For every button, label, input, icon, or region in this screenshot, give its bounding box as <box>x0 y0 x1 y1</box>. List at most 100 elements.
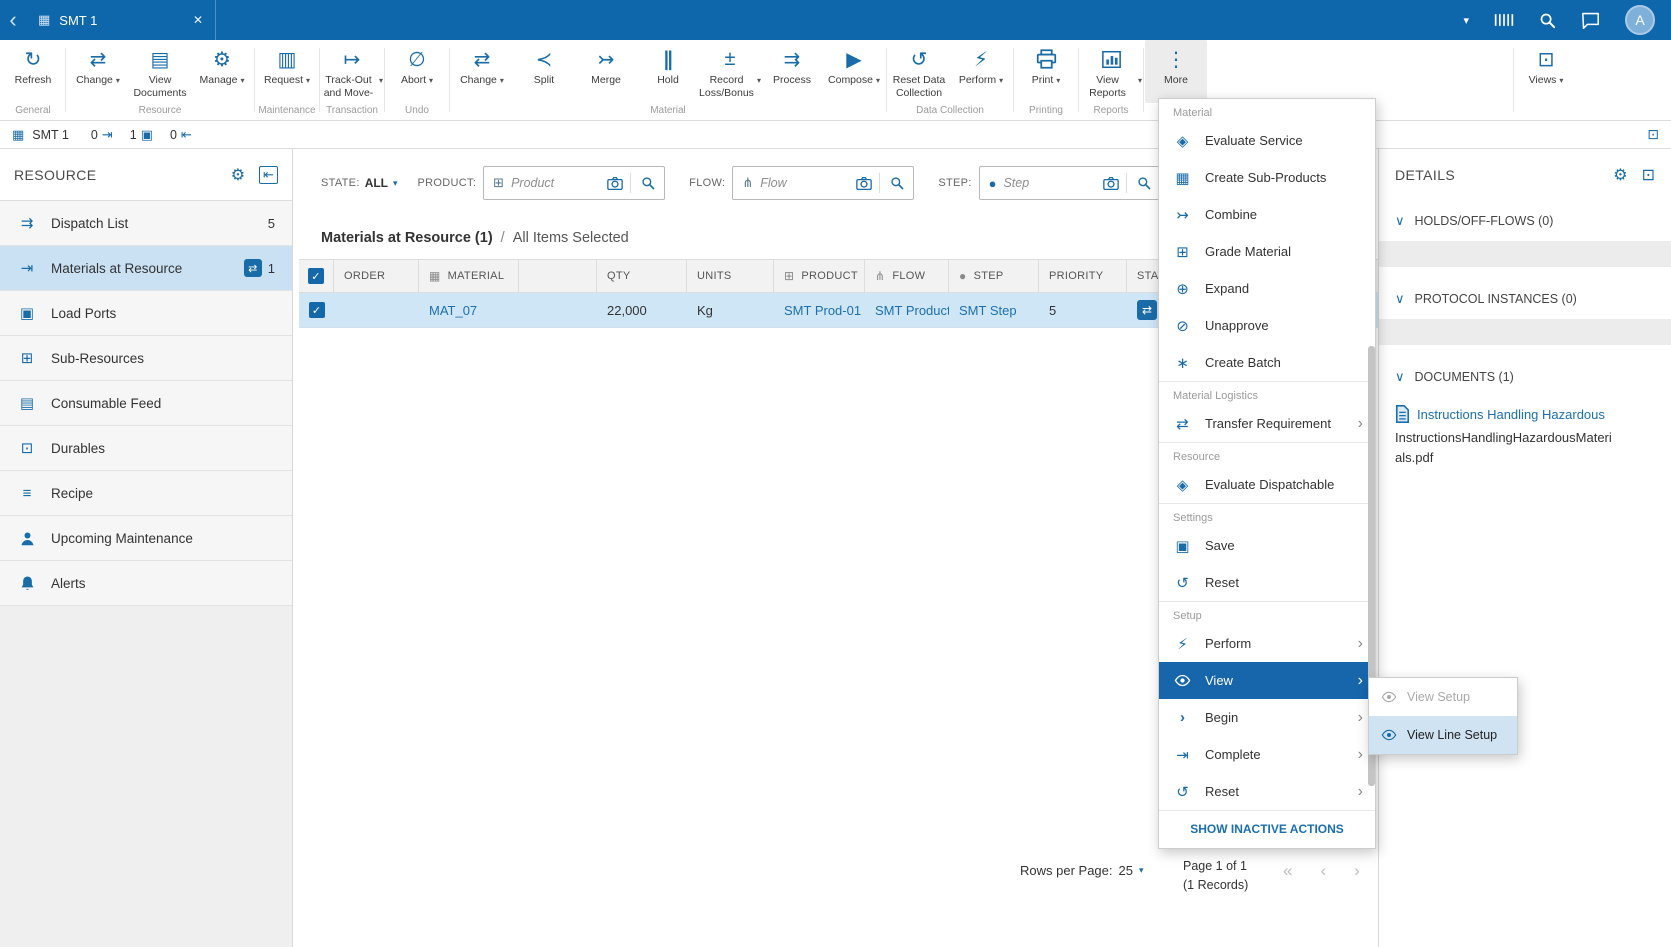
split-button[interactable]: ≺ Split <box>513 40 575 103</box>
menu-item-grade-material[interactable]: ⊞ Grade Material <box>1159 233 1375 270</box>
search-icon[interactable] <box>1134 176 1154 190</box>
sidebar-item-load-ports[interactable]: ▣ Load Ports <box>0 291 292 336</box>
menu-item-reset-setup[interactable]: ↺ Reset › <box>1159 773 1375 810</box>
column-units[interactable]: UNITS <box>687 260 774 292</box>
column-flow[interactable]: ⋔FLOW <box>865 260 949 292</box>
counter-track-out[interactable]: 0 ⇤ <box>170 127 192 143</box>
sidebar-item-alerts[interactable]: Alerts <box>0 561 292 606</box>
menu-item-create-sub-products[interactable]: ▦ Create Sub-Products <box>1159 159 1375 196</box>
section-protocol-instances[interactable]: ∨ PROTOCOL INSTANCES (0) <box>1379 279 1671 319</box>
tab-smt1[interactable]: ▦ SMT 1 ✕ <box>26 0 216 40</box>
menu-item-unapprove[interactable]: ⊘ Unapprove <box>1159 307 1375 344</box>
cell-material-link[interactable]: MAT_07 <box>419 293 519 327</box>
submenu-item-view-line-setup[interactable]: View Line Setup <box>1369 716 1517 754</box>
sidebar-item-recipe[interactable]: ≡ Recipe <box>0 471 292 516</box>
column-material[interactable]: ▦MATERIAL <box>419 260 519 292</box>
row-checkbox[interactable]: ✓ <box>309 302 325 318</box>
collapse-panel-icon[interactable]: ⇤ <box>259 166 278 184</box>
change-material-button[interactable]: ⇄ Change▾ <box>451 40 513 103</box>
menu-item-complete[interactable]: ⇥ Complete › <box>1159 736 1375 773</box>
compose-button[interactable]: ▶ Compose▾ <box>823 40 885 103</box>
manage-button[interactable]: ⚙ Manage▾ <box>191 40 253 103</box>
cell-product-link[interactable]: SMT Prod-01 [ <box>774 293 865 327</box>
camera-icon[interactable] <box>856 177 872 190</box>
search-icon[interactable] <box>887 176 907 190</box>
search-icon[interactable] <box>1539 12 1556 29</box>
perform-button[interactable]: ⚡ Perform▾ <box>950 40 1012 103</box>
sidebar-item-label: Recipe <box>51 486 93 501</box>
merge-button[interactable]: ↣ Merge <box>575 40 637 103</box>
sidebar-item-durables[interactable]: ⊡ Durables <box>0 426 292 471</box>
abort-button[interactable]: ∅ Abort▾ <box>386 40 448 103</box>
first-page-button[interactable]: « <box>1283 861 1292 881</box>
camera-icon[interactable] <box>607 177 623 190</box>
column-priority[interactable]: PRIORITY <box>1039 260 1127 292</box>
request-button[interactable]: ▥ Request▾ <box>256 40 318 103</box>
hold-button[interactable]: ∥ Hold <box>637 40 699 103</box>
menu-item-evaluate-service[interactable]: ◈ Evaluate Service <box>1159 122 1375 159</box>
rows-per-page-value: 25 <box>1119 863 1133 878</box>
gear-icon[interactable]: ⚙ <box>1613 165 1627 185</box>
search-icon[interactable] <box>638 176 658 190</box>
view-reports-button[interactable]: View Reports▾ <box>1080 40 1142 103</box>
show-inactive-actions-link[interactable]: SHOW INACTIVE ACTIONS <box>1159 810 1375 848</box>
chat-icon[interactable] <box>1581 12 1600 29</box>
expand-panel-icon[interactable]: ⊡ <box>1647 126 1659 143</box>
counter-track-in[interactable]: 0 ⇥ <box>91 127 113 143</box>
column-qty[interactable]: QTY <box>597 260 687 292</box>
track-out-button[interactable]: ↦ Track-Out and Move-▾ <box>321 40 383 103</box>
create-batch-icon: ∗ <box>1173 354 1192 372</box>
caret-down-icon[interactable]: ▾ <box>393 178 398 189</box>
column-product[interactable]: ⊞PRODUCT <box>774 260 865 292</box>
reset-data-collection-button[interactable]: ↺ Reset Data Collection <box>888 40 950 103</box>
rows-per-page-control[interactable]: Rows per Page:25 ▾ <box>1020 863 1144 878</box>
scanner-icon[interactable] <box>1494 12 1514 28</box>
select-all-checkbox[interactable]: ✓ <box>308 268 324 284</box>
menu-item-create-batch[interactable]: ∗ Create Batch <box>1159 344 1375 381</box>
more-button[interactable]: ⋮ More <box>1145 40 1207 103</box>
camera-icon[interactable] <box>1103 177 1119 190</box>
menu-item-transfer-requirement[interactable]: ⇄ Transfer Requirement › <box>1159 405 1375 442</box>
column-step[interactable]: ●STEP <box>949 260 1039 292</box>
column-order[interactable]: ORDER <box>334 260 419 292</box>
menu-item-perform[interactable]: ⚡ Perform › <box>1159 625 1375 662</box>
sidebar-item-sub-resources[interactable]: ⊞ Sub-Resources <box>0 336 292 381</box>
views-button[interactable]: ⊡ Views▾ <box>1515 40 1577 103</box>
gear-icon[interactable]: ⚙ <box>231 165 245 185</box>
menu-item-expand[interactable]: ⊕ Expand <box>1159 270 1375 307</box>
document-link[interactable]: Instructions Handling Hazardous <box>1395 405 1671 423</box>
print-button[interactable]: Print▾ <box>1015 40 1077 103</box>
cell-step-link[interactable]: SMT Step <box>949 293 1039 327</box>
view-documents-button[interactable]: ▤ View Documents <box>129 40 191 103</box>
expand-panel-icon[interactable]: ⊡ <box>1642 165 1655 185</box>
sidebar-item-materials-at-resource[interactable]: ⇥ Materials at Resource ⇄ 1 <box>0 246 292 291</box>
process-button[interactable]: ⇉ Process <box>761 40 823 103</box>
flow-input[interactable] <box>760 176 849 190</box>
refresh-button[interactable]: ↻ Refresh <box>2 40 64 103</box>
menu-item-begin[interactable]: › Begin › <box>1159 699 1375 736</box>
sidebar-item-consumable-feed[interactable]: ▤ Consumable Feed <box>0 381 292 426</box>
menu-item-reset-settings[interactable]: ↺ Reset <box>1159 564 1375 601</box>
next-page-button[interactable]: › <box>1354 861 1360 881</box>
prev-page-button[interactable]: ‹ <box>1320 861 1326 881</box>
sidebar-header: RESOURCE ⚙ ⇤ <box>0 149 292 201</box>
back-chevron-icon[interactable]: ‹ <box>0 0 26 40</box>
sidebar-item-upcoming-maintenance[interactable]: Upcoming Maintenance <box>0 516 292 561</box>
cell-flow-link[interactable]: SMT Productio <box>865 293 949 327</box>
menu-item-combine[interactable]: ↣ Combine <box>1159 196 1375 233</box>
step-input[interactable] <box>1003 176 1095 190</box>
change-resource-button[interactable]: ⇄ Change▾ <box>67 40 129 103</box>
close-icon[interactable]: ✕ <box>193 13 203 27</box>
record-loss-bonus-button[interactable]: ± Record Loss/Bonus▾ <box>699 40 761 103</box>
avatar[interactable]: A <box>1625 5 1655 35</box>
menu-item-view[interactable]: View › <box>1159 662 1375 699</box>
section-holds-off-flows[interactable]: ∨ HOLDS/OFF-FLOWS (0) <box>1379 201 1671 241</box>
menu-item-save[interactable]: ▣ Save <box>1159 527 1375 564</box>
menu-item-evaluate-dispatchable[interactable]: ◈ Evaluate Dispatchable <box>1159 466 1375 503</box>
counter-in-process[interactable]: 1 ▣ <box>130 127 153 143</box>
section-documents[interactable]: ∨ DOCUMENTS (1) <box>1379 357 1671 397</box>
state-filter-value[interactable]: ALL <box>365 176 388 190</box>
sidebar-item-dispatch-list[interactable]: ⇉ Dispatch List 5 <box>0 201 292 246</box>
topbar-caret-icon[interactable]: ▾ <box>1463 14 1469 27</box>
product-input[interactable] <box>511 176 600 190</box>
